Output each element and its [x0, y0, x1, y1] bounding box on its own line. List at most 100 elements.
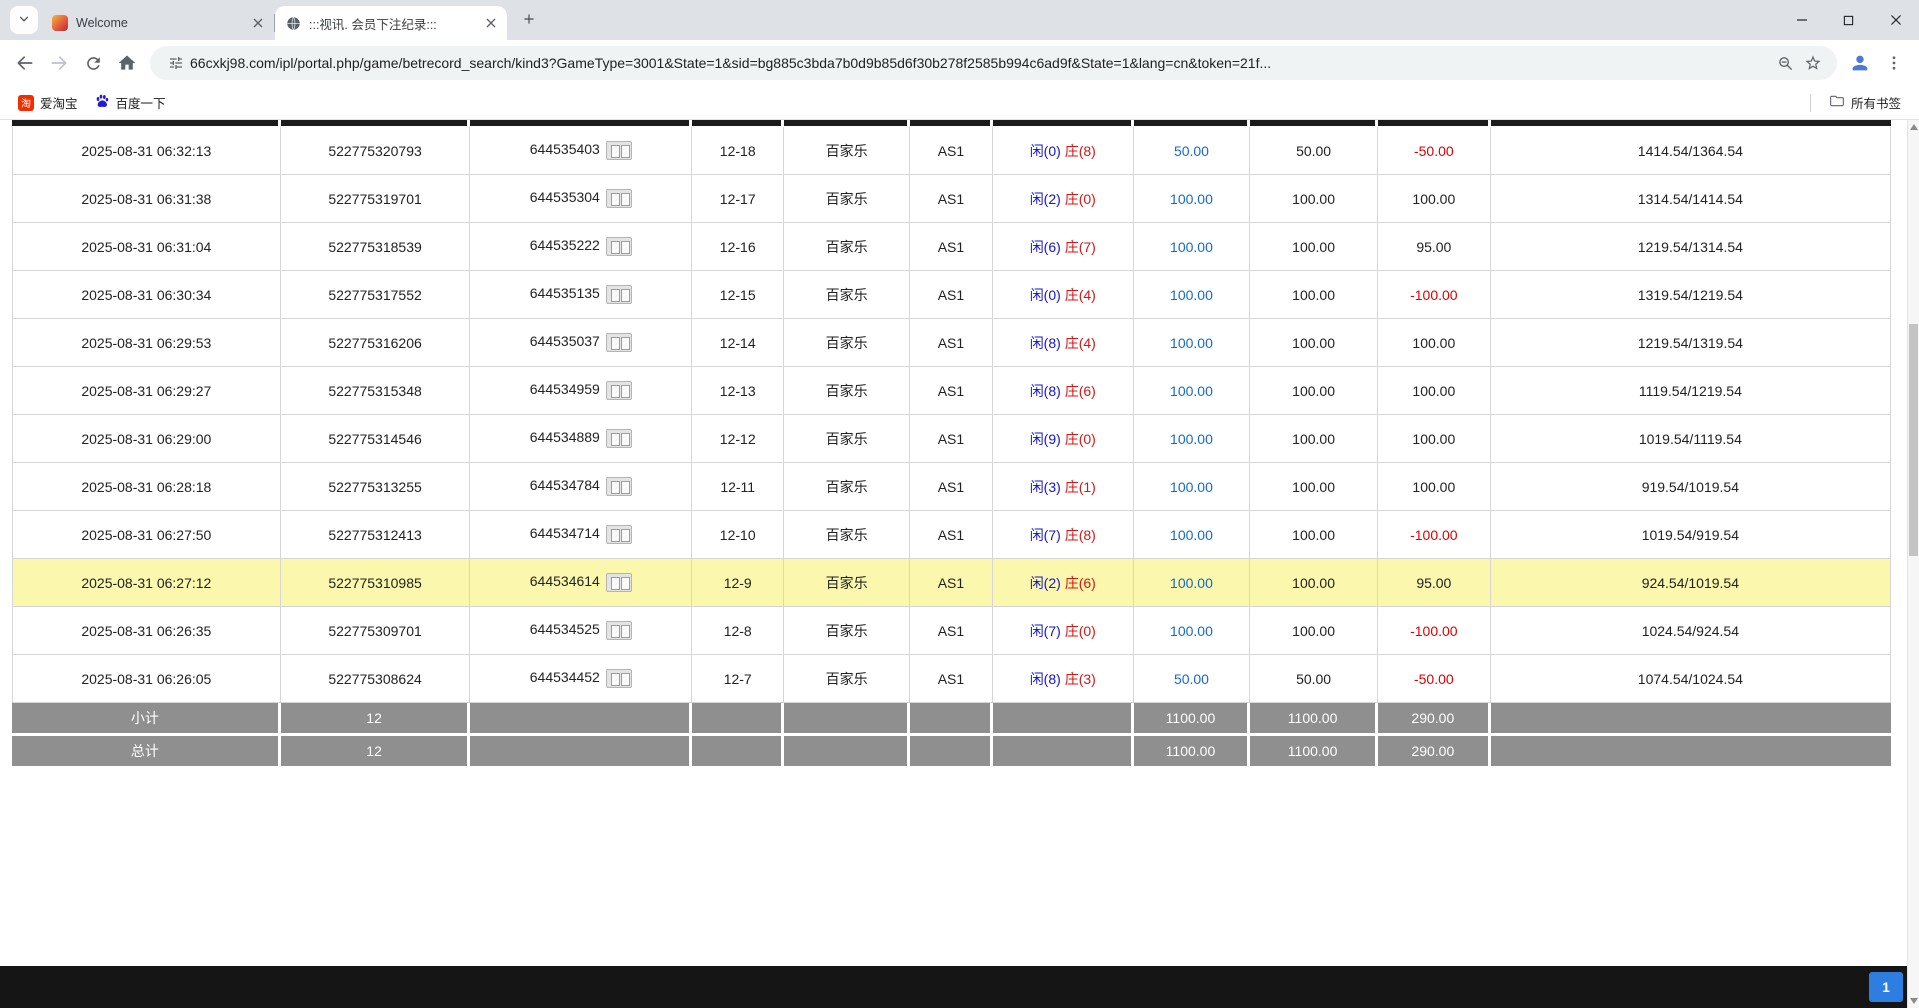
cards-result-icon[interactable]	[606, 525, 632, 544]
game-number: 644535403	[530, 141, 600, 157]
scroll-up-arrow[interactable]	[1908, 120, 1919, 134]
result-cell: 闲(8) 庄(4)	[993, 319, 1134, 367]
welcome-favicon	[52, 15, 68, 31]
balance: 924.54/1019.54	[1491, 559, 1891, 607]
url-text[interactable]: 66cxkj98.com/ipl/portal.php/game/betreco…	[190, 55, 1771, 71]
bet-record-row[interactable]: 2025-08-31 06:31:04 522775318539 6445352…	[12, 223, 1891, 271]
tab-close-icon[interactable]	[482, 15, 499, 32]
order-number: 522775316206	[281, 319, 471, 367]
tab-search-button[interactable]	[10, 6, 38, 34]
banker-result: 庄(0)	[1065, 623, 1096, 639]
bet-record-row[interactable]: 2025-08-31 06:30:34 522775317552 6445351…	[12, 271, 1891, 319]
valid-amount: 100.00	[1250, 463, 1378, 511]
bet-record-row[interactable]: 2025-08-31 06:27:12 522775310985 6445346…	[12, 559, 1891, 607]
order-number: 522775313255	[281, 463, 471, 511]
round-number: 12-7	[692, 655, 784, 703]
all-bookmarks-button[interactable]: 所有书签	[1821, 90, 1909, 116]
cards-result-icon[interactable]	[606, 429, 632, 448]
balance: 1319.54/1219.54	[1491, 271, 1891, 319]
result-cell: 闲(2) 庄(0)	[993, 175, 1134, 223]
tab-welcome[interactable]: Welcome	[42, 6, 274, 40]
player-result: 闲(8)	[1030, 383, 1061, 399]
player-result: 闲(0)	[1030, 287, 1061, 303]
order-number: 522775309701	[281, 607, 471, 655]
cards-result-icon[interactable]	[606, 285, 632, 304]
bet-record-row[interactable]: 2025-08-31 06:27:50 522775312413 6445347…	[12, 511, 1891, 559]
address-bar[interactable]: 66cxkj98.com/ipl/portal.php/game/betreco…	[150, 46, 1837, 80]
table-header-strip	[12, 120, 1891, 127]
plus-icon	[522, 12, 536, 29]
order-number: 522775312413	[281, 511, 471, 559]
bet-amount: 50.00	[1134, 127, 1250, 175]
bet-time: 2025-08-31 06:29:27	[12, 367, 281, 415]
bet-record-row[interactable]: 2025-08-31 06:29:53 522775316206 6445350…	[12, 319, 1891, 367]
minimize-button[interactable]	[1778, 0, 1825, 40]
game-number: 644534959	[530, 381, 600, 397]
bet-record-row[interactable]: 2025-08-31 06:26:35 522775309701 6445345…	[12, 607, 1891, 655]
bookmarks-bar: 淘 爱淘宝 百度一下 所有书签	[0, 86, 1919, 120]
table-code: AS1	[910, 607, 993, 655]
result-cell: 闲(3) 庄(1)	[993, 463, 1134, 511]
home-button[interactable]	[110, 46, 144, 80]
game-type: 百家乐	[784, 367, 910, 415]
table-code: AS1	[910, 223, 993, 271]
bet-amount: 100.00	[1134, 607, 1250, 655]
tab-bet-record[interactable]: :::视讯. 会员下注纪录:::	[275, 6, 507, 40]
bet-record-row[interactable]: 2025-08-31 06:31:38 522775319701 6445353…	[12, 175, 1891, 223]
banker-result: 庄(4)	[1065, 335, 1096, 351]
bet-record-row[interactable]: 2025-08-31 06:29:00 522775314546 6445348…	[12, 415, 1891, 463]
cards-result-icon[interactable]	[606, 381, 632, 400]
refresh-button[interactable]	[76, 46, 110, 80]
subtotal-label: 小计	[12, 703, 281, 736]
bookmark-baidu[interactable]: 百度一下	[86, 90, 174, 116]
balance: 919.54/1019.54	[1491, 463, 1891, 511]
game-type: 百家乐	[784, 511, 910, 559]
game-number-cell: 644534784	[470, 463, 692, 511]
round-number: 12-15	[692, 271, 784, 319]
total-valid: 1100.00	[1250, 736, 1378, 769]
new-tab-button[interactable]	[515, 6, 543, 34]
cards-result-icon[interactable]	[606, 621, 632, 640]
win-loss: -100.00	[1378, 511, 1491, 559]
site-settings-icon[interactable]	[162, 49, 190, 77]
forward-button[interactable]	[42, 46, 76, 80]
tab-close-icon[interactable]	[249, 15, 266, 32]
zoom-icon[interactable]	[1771, 49, 1799, 77]
win-loss: -100.00	[1378, 271, 1491, 319]
cards-result-icon[interactable]	[606, 333, 632, 352]
close-button[interactable]	[1872, 0, 1919, 40]
bet-time: 2025-08-31 06:31:38	[12, 175, 281, 223]
balance: 1219.54/1319.54	[1491, 319, 1891, 367]
bet-record-row[interactable]: 2025-08-31 06:28:18 522775313255 6445347…	[12, 463, 1891, 511]
bet-record-row[interactable]: 2025-08-31 06:32:13 522775320793 6445354…	[12, 127, 1891, 175]
round-number: 12-13	[692, 367, 784, 415]
bookmark-star-icon[interactable]	[1799, 49, 1827, 77]
page-number-button[interactable]: 1	[1869, 972, 1903, 1002]
subtotal-count: 12	[281, 703, 471, 736]
total-winloss: 290.00	[1378, 736, 1491, 769]
profile-avatar[interactable]	[1843, 46, 1877, 80]
cards-result-icon[interactable]	[606, 477, 632, 496]
cards-result-icon[interactable]	[606, 141, 632, 160]
baidu-paw-icon	[94, 93, 110, 112]
maximize-button[interactable]	[1825, 0, 1872, 40]
cards-result-icon[interactable]	[606, 573, 632, 592]
order-number: 522775317552	[281, 271, 471, 319]
order-number: 522775318539	[281, 223, 471, 271]
cards-result-icon[interactable]	[606, 237, 632, 256]
menu-icon[interactable]	[1877, 46, 1911, 80]
page-content: 2025-08-31 06:32:13 522775320793 6445354…	[0, 120, 1919, 1008]
scrollbar[interactable]	[1907, 120, 1919, 1008]
bet-record-row[interactable]: 2025-08-31 06:29:27 522775315348 6445349…	[12, 367, 1891, 415]
game-number: 644534889	[530, 429, 600, 445]
cards-result-icon[interactable]	[606, 189, 632, 208]
result-cell: 闲(0) 庄(8)	[993, 127, 1134, 175]
scroll-down-arrow[interactable]	[1908, 994, 1919, 1008]
bookmark-aitaobao[interactable]: 淘 爱淘宝	[10, 90, 86, 116]
bet-amount: 100.00	[1134, 415, 1250, 463]
back-button[interactable]	[8, 46, 42, 80]
bet-record-row[interactable]: 2025-08-31 06:26:05 522775308624 6445344…	[12, 655, 1891, 703]
scrollbar-thumb[interactable]	[1909, 324, 1918, 556]
bet-amount: 100.00	[1134, 559, 1250, 607]
cards-result-icon[interactable]	[606, 669, 632, 688]
